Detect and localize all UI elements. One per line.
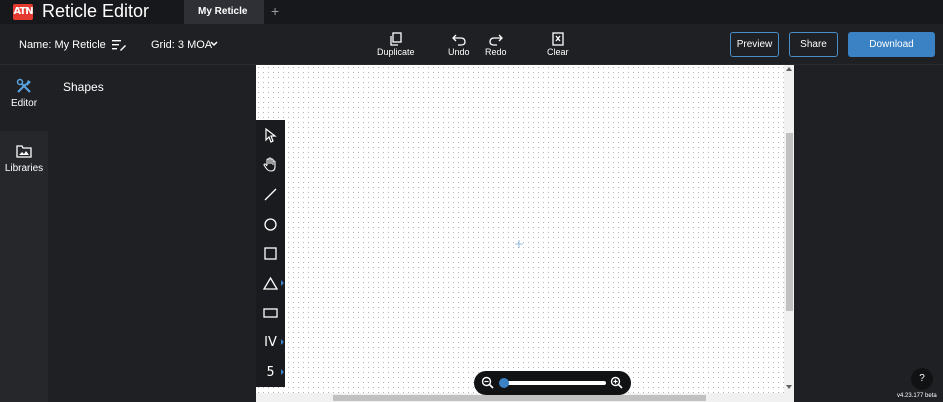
duplicate-label: Duplicate <box>377 47 415 57</box>
sidebar-item-editor[interactable]: Editor <box>0 65 48 131</box>
shape-palette: IV 5 <box>256 120 285 387</box>
pointer-tool[interactable] <box>256 121 285 149</box>
version-label: v4.23.177 beta <box>897 393 937 399</box>
digit-icon: 5 <box>266 364 275 380</box>
redo-button[interactable]: Redo <box>485 32 507 57</box>
clear-button[interactable]: Clear <box>547 32 569 57</box>
help-button[interactable]: ? <box>911 368 933 390</box>
chevron-down-icon[interactable] <box>209 39 219 49</box>
zoom-out-icon[interactable] <box>481 376 494 389</box>
undo-icon <box>451 34 466 46</box>
title-bar: ATN Reticle Editor My Reticle + <box>0 0 943 24</box>
digit-tool[interactable]: 5 <box>256 358 285 386</box>
redo-label: Redo <box>485 47 507 57</box>
center-crosshair-icon <box>515 240 523 248</box>
clear-label: Clear <box>547 47 569 57</box>
triangle-icon <box>263 276 278 290</box>
grid-select[interactable]: Grid: 3 MOA <box>151 39 212 51</box>
submenu-arrow-icon <box>281 369 284 375</box>
shapes-panel: Shapes <box>48 65 256 402</box>
zoom-in-icon[interactable] <box>610 376 623 389</box>
rectangle-tool[interactable] <box>256 298 285 326</box>
reticle-canvas[interactable] <box>256 65 784 393</box>
scroll-down-arrow-icon[interactable] <box>786 384 792 390</box>
share-button[interactable]: Share <box>789 32 838 57</box>
reticle-editor-app: ATN Reticle Editor My Reticle + Name: My… <box>0 0 943 402</box>
app-title: Reticle Editor <box>42 1 150 21</box>
toolbar: Name: My Reticle Grid: 3 MOA Duplicate U… <box>0 24 943 65</box>
preview-button[interactable]: Preview <box>730 32 779 57</box>
horizontal-scroll-thumb[interactable] <box>333 395 706 401</box>
sidebar-label-editor: Editor <box>10 98 38 109</box>
reticle-name[interactable]: Name: My Reticle <box>19 39 106 51</box>
hand-tool[interactable] <box>256 150 285 178</box>
zoom-slider-track[interactable] <box>502 381 606 385</box>
circle-icon <box>264 217 277 231</box>
tab-my-reticle[interactable]: My Reticle <box>184 0 264 24</box>
atn-logo: ATN <box>13 4 34 20</box>
duplicate-button[interactable]: Duplicate <box>377 32 415 57</box>
square-tool[interactable] <box>256 239 285 267</box>
scroll-up-arrow-icon[interactable] <box>786 66 792 72</box>
add-tab-button[interactable]: + <box>271 3 279 19</box>
line-icon <box>264 188 277 200</box>
left-sidebar: Editor Libraries <box>0 65 48 402</box>
triangle-tool[interactable] <box>256 269 285 297</box>
vertical-scroll-thumb[interactable] <box>786 133 793 311</box>
right-background <box>794 65 943 402</box>
download-button[interactable]: Download <box>848 32 935 57</box>
square-icon <box>264 246 277 260</box>
duplicate-icon <box>390 32 402 46</box>
undo-label: Undo <box>448 47 470 57</box>
zoom-slider-handle[interactable] <box>499 378 509 388</box>
clear-icon <box>552 32 564 46</box>
undo-button[interactable]: Undo <box>448 32 470 57</box>
panel-title: Shapes <box>63 80 104 94</box>
hand-icon <box>263 156 276 172</box>
submenu-arrow-icon <box>281 280 284 286</box>
numeral-tool[interactable]: IV <box>256 328 285 356</box>
tools-icon <box>16 78 31 93</box>
sidebar-label-libraries: Libraries <box>4 163 44 174</box>
numeral-icon: IV <box>264 334 277 350</box>
redo-icon <box>489 34 503 46</box>
sidebar-item-libraries[interactable]: Libraries <box>0 142 48 182</box>
edit-list-icon[interactable] <box>112 39 126 51</box>
submenu-arrow-icon <box>281 339 284 345</box>
rectangle-icon <box>263 307 278 318</box>
line-tool[interactable] <box>256 180 285 208</box>
pointer-icon <box>265 127 277 143</box>
folder-image-icon <box>16 145 32 158</box>
circle-tool[interactable] <box>256 210 285 238</box>
